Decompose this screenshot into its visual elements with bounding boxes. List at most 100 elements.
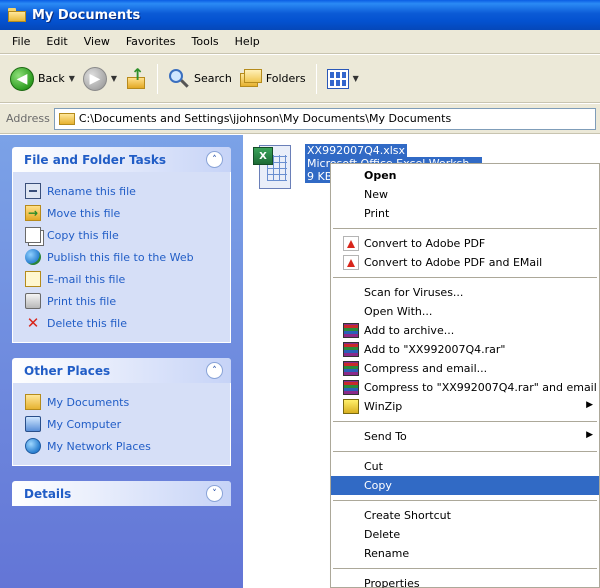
my-computer-icon (25, 416, 41, 432)
menu-view[interactable]: View (76, 35, 118, 48)
menu-label: Compress and email... (364, 362, 488, 375)
search-icon (168, 68, 190, 90)
toolbar-separator (157, 63, 159, 94)
place-network[interactable]: My Network Places (25, 435, 220, 457)
context-menu: Open New Print Convert to Adobe PDF Conv… (330, 163, 600, 588)
task-label: Copy this file (47, 228, 119, 242)
task-label: Rename this file (47, 184, 136, 198)
place-label: My Network Places (47, 439, 151, 453)
task-label: Publish this file to the Web (47, 250, 194, 264)
address-label: Address (6, 112, 50, 125)
menu-convert-pdf-email[interactable]: Convert to Adobe PDF and EMail (331, 253, 599, 272)
search-button[interactable]: Search (164, 61, 236, 97)
menu-delete[interactable]: Delete (331, 525, 599, 544)
task-print[interactable]: Print this file (25, 290, 220, 312)
rename-icon (25, 183, 41, 199)
task-email[interactable]: E-mail this file (25, 268, 220, 290)
menu-separator (333, 277, 597, 278)
place-my-documents[interactable]: My Documents (25, 391, 220, 413)
menu-winzip[interactable]: WinZip ▶ (331, 397, 599, 416)
file-tasks-title: File and Folder Tasks (24, 152, 167, 167)
task-label: Delete this file (47, 316, 127, 330)
place-label: My Documents (47, 395, 130, 409)
delete-icon: ✕ (26, 314, 40, 332)
details-title: Details (24, 486, 72, 501)
excel-file-icon[interactable]: X (253, 143, 295, 191)
menu-copy[interactable]: Copy (331, 476, 599, 495)
other-places-title: Other Places (24, 363, 111, 378)
menu-add-rar[interactable]: Add to "XX992007Q4.rar" (331, 340, 599, 359)
task-label: E-mail this file (47, 272, 126, 286)
back-dropdown-icon[interactable]: ▼ (69, 74, 75, 83)
expand-icon[interactable]: ˅ (206, 485, 223, 502)
other-places-body: My Documents My Computer My Network Plac… (12, 383, 231, 466)
collapse-icon[interactable]: ˄ (206, 362, 223, 379)
menu-properties[interactable]: Properties (331, 574, 599, 588)
collapse-icon[interactable]: ˄ (206, 151, 223, 168)
up-button[interactable]: ↑ (121, 61, 151, 97)
address-field[interactable]: C:\Documents and Settings\jjohnson\My Do… (53, 107, 596, 130)
task-move[interactable]: → Move this file (25, 202, 220, 224)
views-button[interactable]: ▼ (323, 61, 363, 97)
menu-compress-email[interactable]: Compress and email... (331, 359, 599, 378)
menu-convert-pdf[interactable]: Convert to Adobe PDF (331, 234, 599, 253)
menu-separator (333, 568, 597, 569)
menu-print[interactable]: Print (331, 204, 599, 223)
title-bar[interactable]: My Documents (0, 0, 600, 30)
task-delete[interactable]: ✕ Delete this file (25, 312, 220, 334)
menu-bar: File Edit View Favorites Tools Help (0, 30, 600, 54)
menu-label: Send To (364, 430, 407, 443)
printer-icon (25, 293, 41, 309)
winzip-icon (343, 399, 359, 414)
menu-label: Compress to "XX992007Q4.rar" and email (364, 381, 597, 394)
menu-create-shortcut[interactable]: Create Shortcut (331, 506, 599, 525)
address-bar: Address C:\Documents and Settings\jjohns… (0, 104, 600, 134)
menu-cut[interactable]: Cut (331, 457, 599, 476)
back-arrow-icon: ◀ (10, 66, 34, 91)
menu-open-with[interactable]: Open With... (331, 302, 599, 321)
place-my-computer[interactable]: My Computer (25, 413, 220, 435)
place-label: My Computer (47, 417, 122, 431)
menu-scan-viruses[interactable]: Scan for Viruses... (331, 283, 599, 302)
file-tasks-header[interactable]: File and Folder Tasks ˄ (12, 147, 231, 172)
other-places-header[interactable]: Other Places ˄ (12, 358, 231, 383)
menu-separator (333, 228, 597, 229)
folders-label: Folders (265, 72, 306, 85)
menu-add-archive[interactable]: Add to archive... (331, 321, 599, 340)
menu-file[interactable]: File (4, 35, 38, 48)
menu-tools[interactable]: Tools (184, 35, 227, 48)
task-label: Print this file (47, 294, 117, 308)
window-title: My Documents (32, 7, 141, 23)
network-places-icon (25, 438, 41, 454)
details-header[interactable]: Details ˅ (12, 481, 231, 506)
winrar-icon (343, 323, 359, 338)
menu-help[interactable]: Help (227, 35, 268, 48)
task-publish[interactable]: Publish this file to the Web (25, 246, 220, 268)
back-label: Back (38, 72, 65, 85)
views-dropdown-icon[interactable]: ▼ (353, 74, 359, 83)
back-button[interactable]: ◀ Back ▼ (6, 61, 79, 97)
forward-dropdown-icon[interactable]: ▼ (111, 74, 117, 83)
menu-favorites[interactable]: Favorites (118, 35, 184, 48)
move-icon: → (25, 205, 41, 221)
address-path[interactable]: C:\Documents and Settings\jjohnson\My Do… (79, 112, 451, 125)
menu-separator (333, 421, 597, 422)
copy-icon (25, 227, 41, 243)
menu-separator (333, 451, 597, 452)
menu-compress-rar-email[interactable]: Compress to "XX992007Q4.rar" and email (331, 378, 599, 397)
menu-label: Convert to Adobe PDF and EMail (364, 256, 543, 269)
pdf-icon (343, 255, 359, 270)
menu-send-to[interactable]: Send To ▶ (331, 427, 599, 446)
menu-label: Add to archive... (364, 324, 455, 337)
task-rename[interactable]: Rename this file (25, 180, 220, 202)
menu-open[interactable]: Open (331, 166, 599, 185)
menu-rename[interactable]: Rename (331, 544, 599, 563)
menu-label: Add to "XX992007Q4.rar" (364, 343, 506, 356)
web-icon (25, 249, 41, 265)
menu-new[interactable]: New (331, 185, 599, 204)
forward-button[interactable]: ▶ ▼ (79, 61, 121, 97)
menu-edit[interactable]: Edit (38, 35, 75, 48)
task-copy[interactable]: Copy this file (25, 224, 220, 246)
task-pane: File and Folder Tasks ˄ Rename this file… (0, 135, 243, 588)
folders-button[interactable]: Folders (236, 61, 310, 97)
